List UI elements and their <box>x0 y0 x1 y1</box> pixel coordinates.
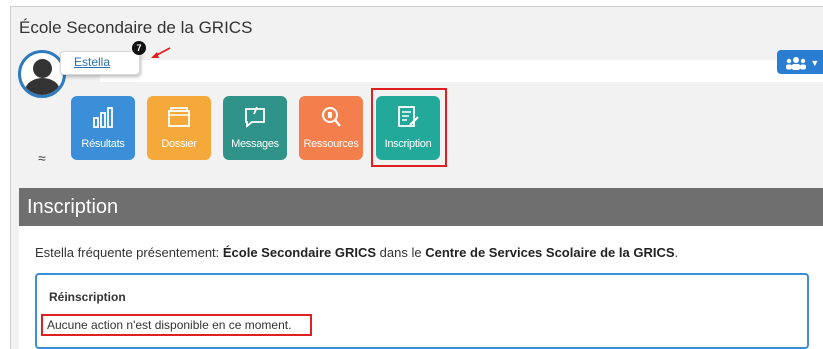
service-center-name: Centre de Services Scolaire de la GRICS <box>425 245 675 260</box>
group-menu-button[interactable]: ▼ <box>777 50 823 74</box>
school-name: École Secondaire GRICS <box>222 245 377 260</box>
reinscription-title: Réinscription <box>49 290 126 304</box>
sentence-middle: dans le <box>376 245 426 260</box>
avatar-head <box>33 59 52 78</box>
reinscription-message: Aucune action n'est disponible en ce mom… <box>47 318 292 332</box>
section-header <box>19 188 823 226</box>
tile-resources[interactable]: Ressources <box>299 96 363 160</box>
bar-chart-icon <box>93 107 113 128</box>
red-arrow-icon <box>151 47 171 58</box>
avatar[interactable] <box>18 50 66 98</box>
group-icon <box>786 56 806 70</box>
folder-icon <box>168 107 190 127</box>
collapse-icon[interactable]: ≈ <box>38 150 46 166</box>
message-icon <box>245 106 265 128</box>
inscription-highlight <box>371 88 447 167</box>
tile-messages[interactable]: Messages <box>223 96 287 160</box>
section-title: Inscription <box>27 196 119 218</box>
tile-dossier[interactable]: Dossier <box>147 96 211 160</box>
tile-label: Dossier <box>161 138 197 150</box>
tile-label: Ressources <box>303 138 359 150</box>
sentence-prefix: Estella fréquente présentement: <box>35 245 223 260</box>
user-name-link[interactable]: Estella <box>74 55 110 69</box>
chevron-down-icon: ▼ <box>810 58 820 68</box>
tile-label: Messages <box>231 138 279 150</box>
enrollment-sentence: Estella fréquente présentement: École Se… <box>35 245 678 260</box>
tile-label: Résultats <box>81 138 125 150</box>
tile-results[interactable]: Résultats <box>71 96 135 160</box>
school-title: École Secondaire de la GRICS <box>19 18 253 37</box>
resources-icon <box>322 107 341 127</box>
top-band <box>100 60 823 82</box>
sentence-suffix: . <box>674 245 679 260</box>
reinscription-panel <box>35 273 809 349</box>
notification-badge[interactable]: 7 <box>132 41 146 55</box>
